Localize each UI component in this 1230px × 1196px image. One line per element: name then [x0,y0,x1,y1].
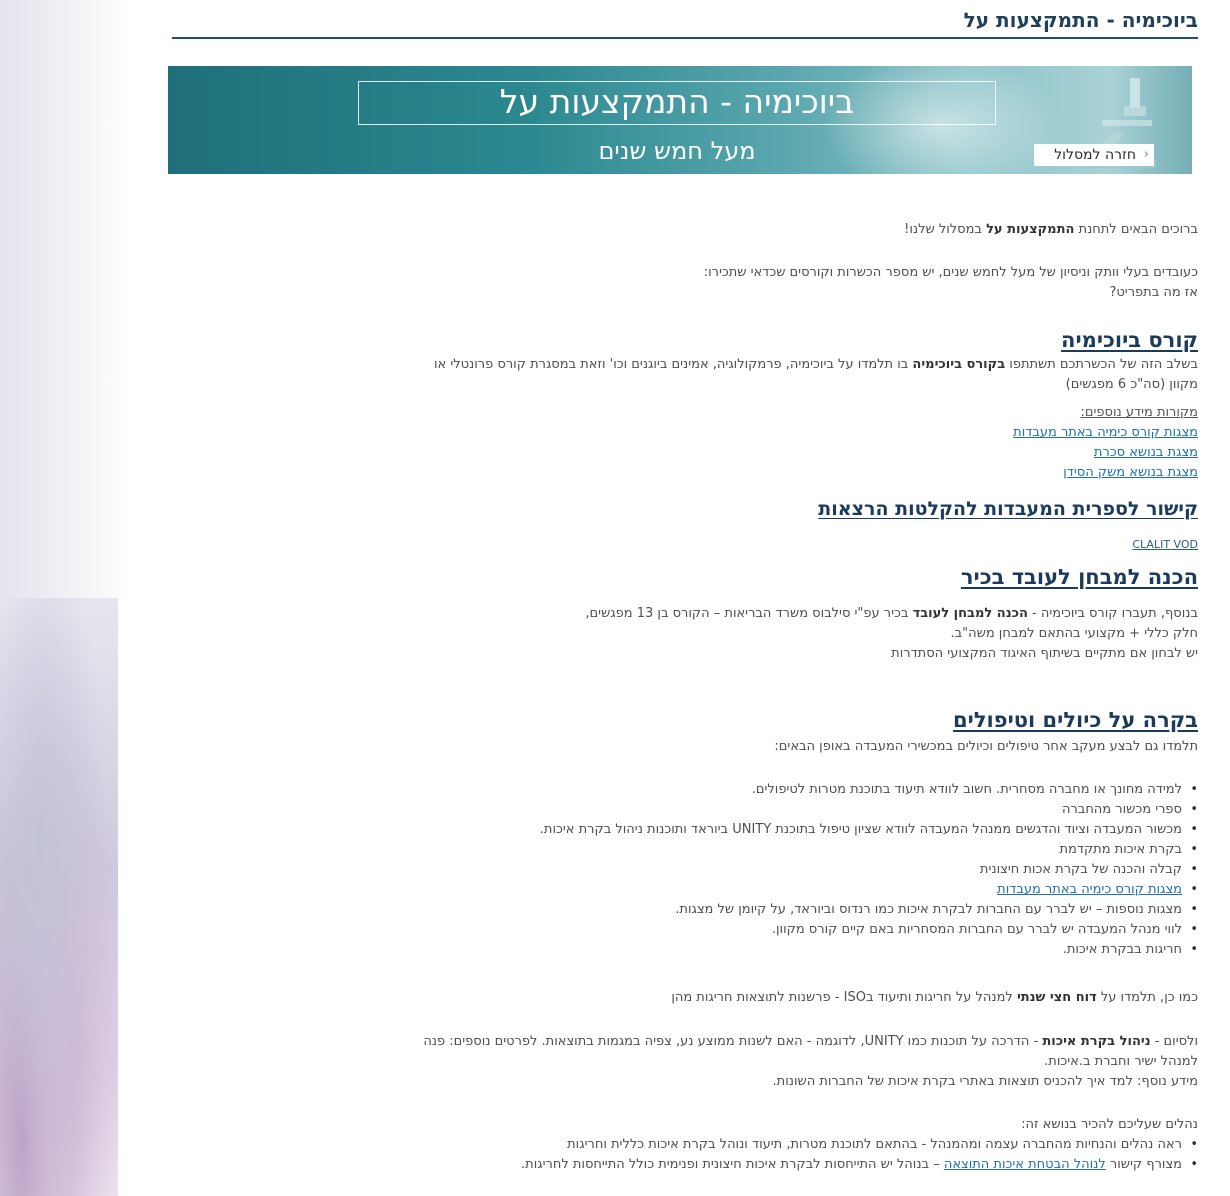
exam-line-2: חלק כללי + מקצועי בהתאם למבחן משה"ב. [950,626,1198,641]
list-item: מצגות נוספות – יש לברר עם החברות לבקרת א… [540,900,1198,920]
back-to-track-button[interactable]: ‹ חזרה למסלול [1034,144,1154,166]
qc-mgmt-text: ולסיום - ניהול בקרת איכות - הדרכה על תוכ… [423,1034,1198,1049]
list-item: מצגות קורס כימיה באתר מעבדות [540,880,1198,900]
page-title: ביוכימיה - התמקצעות על [963,8,1198,32]
left-decoration-lower [0,598,128,1196]
list-item: ספרי מכשור מהחברה [540,800,1198,820]
chevron-left-icon: ‹ [1143,147,1149,162]
library-heading[interactable]: קישור לספרית המעבדות להקלטות הרצאות [818,498,1198,520]
banner-subline: מעל חמש שנים [598,137,756,165]
course-text-line-2: מקוון (סה"כ 6 מפגשים) [1065,377,1198,392]
intro-line-3: אז מה בתפריט? [1109,285,1198,300]
exam-line-1: בנוסף, תעברו קורס ביוכימיה - הכנה למבחן … [585,606,1198,621]
exam-heading[interactable]: הכנה למבחן לעובד בכיר [961,565,1198,589]
library-links: CLALIT VOD [1132,535,1198,555]
procedures-list: ראה נהלים והנחיות מהחברה עצמה ומהמנהל - … [521,1135,1198,1175]
list-item: מצורף קישור לנוהל הבטחת איכות התוצאה – ב… [521,1155,1198,1175]
list-item: חריגות בבקרת איכות. [540,940,1198,960]
list-item: ראה נהלים והנחיות מהחברה עצמה ומהמנהל - … [521,1135,1198,1155]
qc-bullet-list: למידה מחונך או מחברה מסחרית. חשוב לוודא … [540,780,1198,960]
qc-mgmt-line-2: למנהל ישיר וחברת ב.איכות. [1044,1054,1198,1069]
exam-line-3: יש לבחון אם מתקיים בשיתוף האיגוד המקצועי… [891,646,1198,661]
welcome-text: ברוכים הבאים לתחנת התמקצעות על במסלול של… [904,222,1198,237]
hero-banner: ביוכימיה - התמקצעות על מעל חמש שנים ‹ חז… [168,66,1192,174]
list-item: קבלה והכנה של בקרת אכות חיצונית [540,860,1198,880]
list-item: מכשור המעבדה וציוד והדגשים ממנהל המעבדה … [540,820,1198,840]
title-divider [172,37,1198,39]
link-quality-procedure[interactable]: לנוהל הבטחת איכות התוצאה [944,1157,1106,1172]
link-chemistry-presentations[interactable]: מצגות קורס כימיה באתר מעבדות [1013,425,1198,440]
back-to-track-label: חזרה למסלול [1054,147,1136,163]
course-heading[interactable]: קורס ביוכימיה [1061,328,1198,352]
procedures-label: נהלים שעליכם להכיר בנושא זה: [1021,1117,1198,1132]
left-decoration [0,0,128,1196]
qc-heading[interactable]: בקרה על כיולים וטיפולים [953,708,1198,732]
link-chemistry-presentations-2[interactable]: מצגות קורס כימיה באתר מעבדות [997,882,1182,897]
qc-intro: תלמדו גם לבצע מעקב אחר טיפולים וכיולים ב… [774,739,1198,754]
course-sources: מקורות מידע נוספים: מצגות קורס כימיה באת… [1013,403,1198,483]
list-item: למידה מחונך או מחברה מסחרית. חשוב לוודא … [540,780,1198,800]
left-decoration-upper [0,0,128,598]
intro-line-2: כעובדים בעלי וותק וניסיון של מעל לחמש שנ… [703,265,1198,280]
link-diabetes-presentation[interactable]: מצגת בנושא סכרת [1094,445,1198,460]
link-clalit-vod[interactable]: CLALIT VOD [1132,538,1198,551]
list-item: בקרת איכות מתקדמת [540,840,1198,860]
link-calcium-presentation[interactable]: מצגת בנושא משק הסידן [1063,465,1198,480]
course-text: בשלב הזה של הכשרתכם תשתתפו בקורס ביוכימי… [433,357,1198,372]
qc-mgmt-line-3: מידע נוסף: למד איך להכניס תוצאות באתרי ב… [772,1074,1198,1089]
qc-report-text: כמו כן, תלמדו על דוח חצי שנתי למנהל על ח… [671,990,1198,1005]
sources-label: מקורות מידע נוספים: [1080,405,1198,420]
banner-headline: ביוכימיה - התמקצעות על [499,82,855,121]
list-item: לווי מנהל המעבדה יש לברר עם החברות המסחר… [540,920,1198,940]
